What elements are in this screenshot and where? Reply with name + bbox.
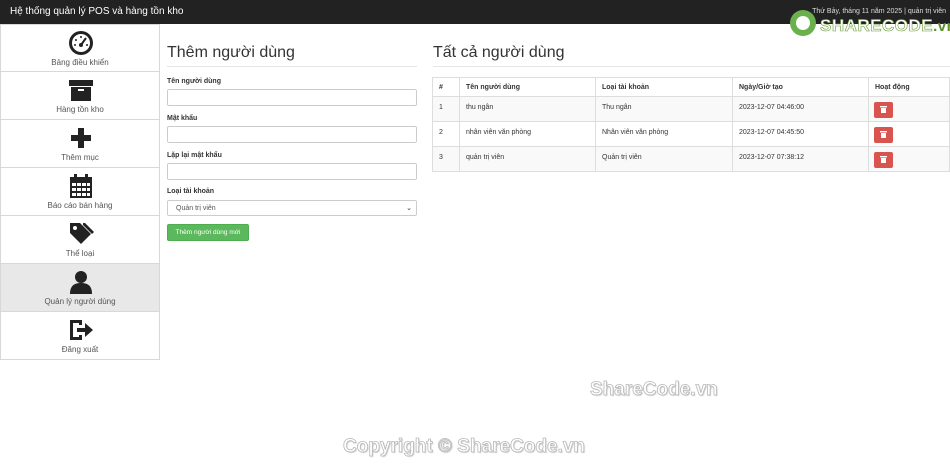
sidebar-item-label: Quản lý người dùng	[44, 297, 116, 306]
watermark-text: ShareCode.vn	[590, 379, 719, 401]
sidebar-item-label: Thêm mục	[61, 153, 99, 162]
trash-icon	[880, 156, 887, 163]
logo-text: SHARECODE	[820, 16, 934, 36]
sidebar-item-dashboard[interactable]: Bảng điều khiển	[0, 24, 160, 72]
repeat-password-input[interactable]	[167, 163, 417, 180]
logo-suffix: .vn	[933, 18, 950, 35]
password-input[interactable]	[167, 126, 417, 143]
row-username: nhân viên văn phòng	[466, 129, 531, 136]
sharecode-logo: SHARECODE.vn	[790, 10, 950, 44]
row-id: 1	[439, 104, 443, 111]
dashboard-icon	[69, 31, 93, 55]
logout-icon	[70, 320, 93, 340]
row-created: 2023-12-07 04:46:00	[739, 104, 804, 111]
sidebar-item-label: Đăng xuất	[61, 345, 99, 354]
sidebar-item-label: Báo cáo bán hàng	[47, 201, 113, 210]
tags-icon	[70, 223, 94, 244]
row-account-type: Thu ngân	[602, 104, 632, 111]
trash-icon	[880, 131, 887, 138]
password-label: Mật khẩu	[167, 115, 198, 122]
add-user-button[interactable]: Thêm người dùng mới	[167, 224, 249, 241]
sidebar: Bảng điều khiển Hàng tồn kho Thêm mục Bá…	[0, 24, 160, 360]
row-account-type: Quản trị viên	[602, 154, 642, 161]
divider	[167, 66, 417, 67]
sidebar-item-label: Hàng tồn kho	[56, 105, 104, 114]
divider	[433, 66, 950, 67]
account-type-select[interactable]: Quản trị viên ⌄	[167, 200, 417, 216]
username-input[interactable]	[167, 89, 417, 106]
column-header: Loại tài khoản	[602, 84, 650, 91]
app-title[interactable]: Hệ thống quản lý POS và hàng tồn kho	[10, 6, 183, 17]
account-type-value: Quản trị viên	[176, 205, 216, 212]
sidebar-item-categories[interactable]: Thể loại	[0, 216, 160, 264]
table-row: 3 quản trị viên Quản trị viên 2023-12-07…	[433, 146, 949, 171]
table-row: 1 thu ngân Thu ngân 2023-12-07 04:46:00	[433, 96, 949, 121]
logo-ball-icon	[790, 10, 816, 36]
sidebar-item-user-management[interactable]: Quản lý người dùng	[0, 264, 160, 312]
copyright-watermark: Copyright © ShareCode.vn	[343, 436, 586, 458]
row-id: 2	[439, 129, 443, 136]
plus-icon	[71, 128, 91, 148]
row-account-type: Nhân viên văn phòng	[602, 129, 669, 136]
table-header-row: # Tên người dùng Loại tài khoản Ngày/Giờ…	[433, 78, 949, 96]
sidebar-item-logout[interactable]: Đăng xuất	[0, 312, 160, 360]
delete-user-button[interactable]	[874, 102, 893, 118]
all-users-title: Tất cả người dùng	[433, 44, 565, 61]
calendar-icon	[70, 174, 92, 198]
table-row: 2 nhân viên văn phòng Nhân viên văn phòn…	[433, 121, 949, 146]
sidebar-item-label: Bảng điều khiển	[51, 58, 109, 67]
row-username: thu ngân	[466, 104, 494, 111]
column-header: Hoạt động	[875, 84, 910, 91]
row-id: 3	[439, 154, 443, 161]
username-label: Tên người dùng	[167, 78, 221, 85]
chevron-down-icon: ⌄	[406, 205, 412, 212]
row-created: 2023-12-07 04:45:50	[739, 129, 804, 136]
row-username: quản trị viên	[466, 154, 505, 161]
sidebar-item-inventory[interactable]: Hàng tồn kho	[0, 72, 160, 120]
delete-user-button[interactable]	[874, 152, 893, 168]
row-created: 2023-12-07 07:38:12	[739, 154, 804, 161]
trash-icon	[880, 106, 887, 113]
column-header: Ngày/Giờ tạo	[739, 84, 783, 91]
box-icon	[69, 80, 93, 101]
user-icon	[70, 271, 92, 294]
add-user-title: Thêm người dùng	[167, 44, 295, 61]
sidebar-item-sales-report[interactable]: Báo cáo bán hàng	[0, 168, 160, 216]
column-header: Tên người dùng	[466, 84, 520, 91]
delete-user-button[interactable]	[874, 127, 893, 143]
users-table: # Tên người dùng Loại tài khoản Ngày/Giờ…	[432, 77, 950, 172]
sidebar-item-label: Thể loại	[65, 249, 95, 258]
column-header: #	[439, 84, 443, 91]
account-type-label: Loại tài khoản	[167, 188, 215, 195]
sidebar-item-add-item[interactable]: Thêm mục	[0, 120, 160, 168]
repeat-password-label: Lặp lại mật khẩu	[167, 152, 222, 159]
